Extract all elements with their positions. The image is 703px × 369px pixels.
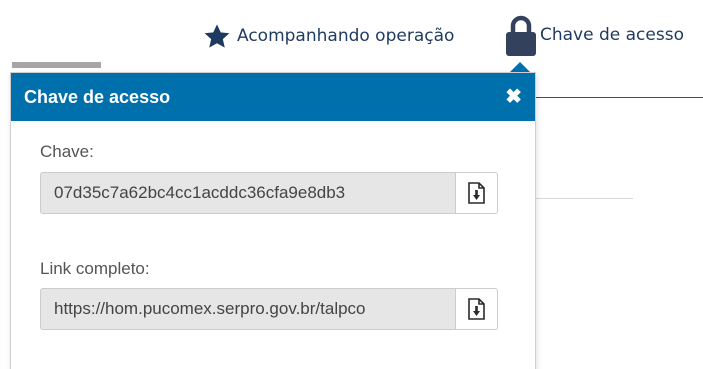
lock-icon [505,14,537,56]
popover-title: Chave de acesso [24,86,171,107]
access-key-link[interactable]: Chave de acesso [505,14,684,56]
key-input[interactable] [40,172,455,214]
popover-header: Chave de acesso ✖ [11,73,535,121]
star-icon [203,23,231,50]
key-field-label: Chave: [40,142,94,161]
copy-icon [467,182,485,204]
divider [533,198,633,199]
follow-operation-label: Acompanhando operação [237,26,455,46]
link-input[interactable] [40,288,455,330]
copy-icon [467,298,485,320]
page: Acompanhando operação Chave de acesso Ch… [0,0,703,369]
follow-operation-link[interactable]: Acompanhando operação [203,20,454,52]
divider [533,97,703,98]
access-key-popover: Chave de acesso ✖ Chave: Link completo: [10,72,536,369]
key-input-group [40,172,498,214]
access-key-label: Chave de acesso [540,25,684,45]
link-field-label: Link completo: [40,259,150,278]
copy-key-button[interactable] [455,172,498,214]
popover-caret [510,62,530,72]
background-tab-indicator [12,62,101,68]
copy-link-button[interactable] [455,288,498,330]
close-icon[interactable]: ✖ [505,87,522,107]
link-input-group [40,288,498,330]
